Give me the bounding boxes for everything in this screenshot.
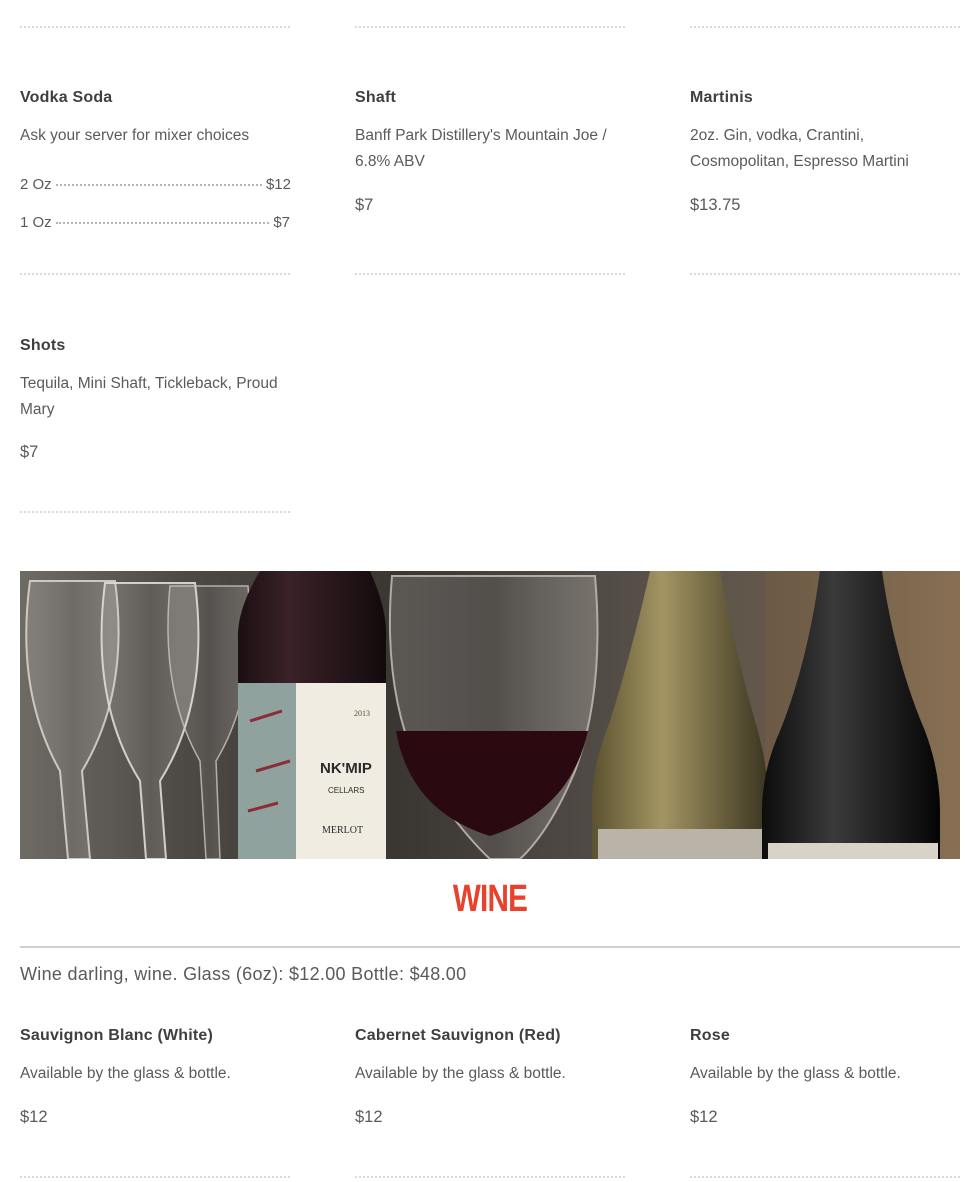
divider-row1-col1 [20, 273, 290, 275]
wine-bottles-illustration: 2013 NK'MIP CELLARS MERLOT [25, 571, 960, 859]
divider-bottom-col2 [355, 1176, 625, 1178]
section-title-wine: WINE [452, 878, 528, 920]
menu-item-title-rose: Rose [690, 1027, 730, 1044]
menu-item-title-sauvignon-blanc: Sauvignon Blanc (White) [20, 1027, 214, 1044]
divider-top-col1 [20, 26, 290, 28]
menu-item-description-shots: Tequila, Mini Shaft, Tickleback, Proud M… [20, 375, 278, 418]
menu-item-title-cabernet-sauvignon: Cabernet Sauvignon (Red) [355, 1027, 561, 1044]
price-row-2oz: 2 Oz $12 [20, 176, 291, 193]
size-label: 2 Oz [20, 176, 52, 193]
label-varietal: MERLOT [322, 825, 363, 836]
divider-row1-col3 [690, 273, 960, 275]
label-cellars: CELLARS [328, 786, 364, 795]
menu-item-price-sauvignon-blanc: $12 [20, 1108, 48, 1126]
menu-item-description-shaft: Banff Park Distillery's Mountain Joe / 6… [355, 127, 607, 170]
divider-top-col2 [355, 26, 625, 28]
size-price: $7 [273, 214, 290, 231]
dot-leader [55, 222, 270, 224]
menu-item-description-vodka-soda: Ask your server for mixer choices [20, 127, 250, 144]
menu-item-price-rose: $12 [690, 1108, 718, 1126]
wine-intro: Wine darling, wine. Glass (6oz): $12.00 … [20, 964, 467, 984]
menu-item-description-cabernet-sauvignon: Available by the glass & bottle. [355, 1065, 566, 1082]
label-year: 2013 [354, 709, 370, 718]
menu-item-description-rose: Available by the glass & bottle. [690, 1065, 901, 1082]
menu-item-price-shaft: $7 [355, 196, 374, 214]
divider-row1-col2 [355, 273, 625, 275]
menu-item-description-sauvignon-blanc: Available by the glass & bottle. [20, 1065, 231, 1082]
menu-item-title-shaft: Shaft [355, 89, 396, 106]
menu-item-title-vodka-soda: Vodka Soda [20, 89, 113, 106]
price-row-1oz: 1 Oz $7 [20, 214, 290, 231]
divider-shots [20, 511, 290, 513]
size-label: 1 Oz [20, 214, 52, 231]
menu-item-price-martinis: $13.75 [690, 196, 741, 214]
menu-item-title-shots: Shots [20, 337, 66, 354]
menu-item-price-shots: $7 [20, 443, 39, 461]
wine-photo: 2013 NK'MIP CELLARS MERLOT [20, 571, 960, 859]
dot-leader [55, 184, 262, 186]
divider-bottom-col3 [690, 1176, 960, 1178]
menu-item-description-martinis: 2oz. Gin, vodka, Crantini, Cosmopolitan,… [690, 127, 909, 170]
label-brand: NK'MIP [320, 760, 372, 777]
divider-bottom-col1 [20, 1176, 290, 1178]
section-divider [20, 946, 960, 948]
menu-item-price-cabernet-sauvignon: $12 [355, 1108, 383, 1126]
menu-item-title-martinis: Martinis [690, 89, 753, 106]
size-price: $12 [265, 176, 291, 193]
divider-top-col3 [690, 26, 960, 28]
